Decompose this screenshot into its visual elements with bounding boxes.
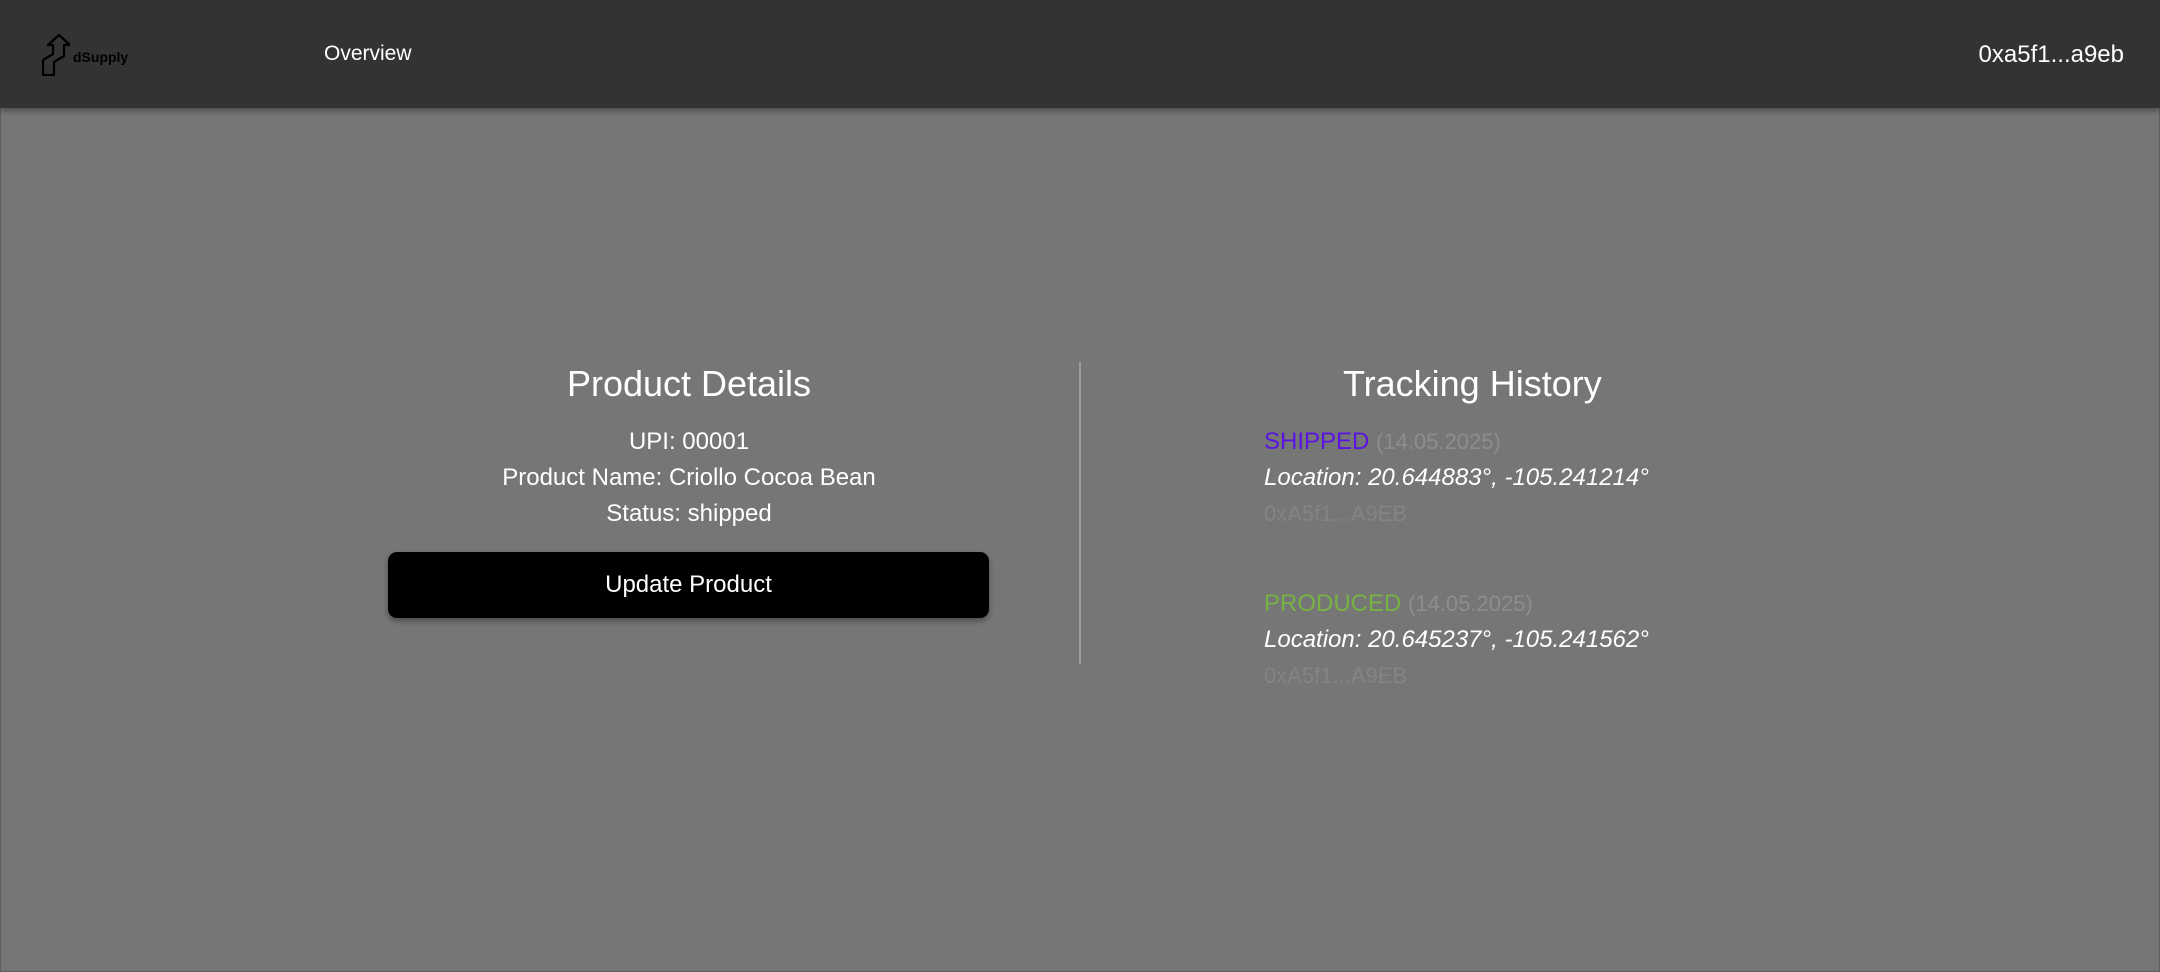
tracking-entry: SHIPPED (14.05.2025) Location: 20.644883… <box>1264 424 1784 532</box>
tracking-entry-header: PRODUCED (14.05.2025) <box>1264 586 1784 622</box>
tracking-status: PRODUCED <box>1264 590 1402 617</box>
tracking-address: 0xA5f1...A9EB <box>1264 501 1408 526</box>
tracking-status: SHIPPED <box>1264 428 1370 455</box>
product-status: Status: shipped <box>606 500 772 527</box>
tracking-date: (14.05.2025) <box>1408 591 1533 616</box>
tracking-entry-header: SHIPPED (14.05.2025) <box>1264 424 1784 460</box>
product-upi: UPI: 00001 <box>628 428 750 455</box>
tracking-location: Location: 20.645237°, -105.241562° <box>1264 626 1649 653</box>
tracking-address: 0xA5f1...A9EB <box>1264 663 1408 688</box>
logo-arrow-icon <box>41 34 70 76</box>
tracking-history-title: Tracking History <box>1343 363 1602 404</box>
update-product-button[interactable]: Update Product <box>388 552 989 618</box>
dsupply-logo[interactable]: dSupply <box>40 32 128 78</box>
product-details-panel: Product Details UPI: 00001 Product Name:… <box>388 362 990 618</box>
product-details-list: UPI: 00001 Product Name: Criollo Cocoa B… <box>388 424 990 532</box>
product-details-title: Product Details <box>566 363 812 404</box>
tracking-location: Location: 20.644883°, -105.241214° <box>1264 464 1649 491</box>
panel-divider <box>1079 362 1081 664</box>
top-navigation-bar: dSupply Overview 0xa5f1...a9eb <box>0 0 2160 108</box>
tracking-history-panel: Tracking History SHIPPED (14.05.2025) Lo… <box>1264 362 1784 694</box>
wallet-address-button[interactable]: 0xa5f1...a9eb <box>1979 41 2124 69</box>
logo-text: dSupply <box>73 49 129 65</box>
tracking-date: (14.05.2025) <box>1376 429 1501 454</box>
nav-overview-link[interactable]: Overview <box>324 42 412 66</box>
product-name: Product Name: Criollo Cocoa Bean <box>502 464 876 491</box>
tracking-entry: PRODUCED (14.05.2025) Location: 20.64523… <box>1264 586 1784 694</box>
